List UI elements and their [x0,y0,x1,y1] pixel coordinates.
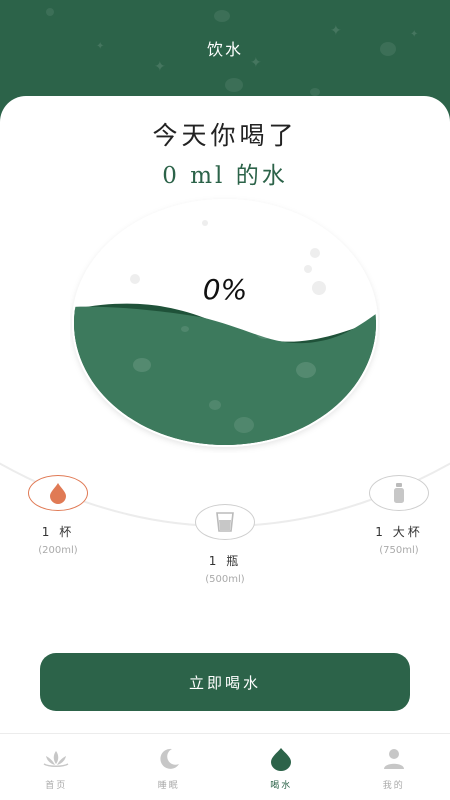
summary-heading: 今天你喝了 [152,121,298,150]
decor-bubble [46,8,54,16]
water-drop-icon [50,483,66,504]
sparkle-icon: ✦ [154,59,166,75]
person-icon [383,749,404,769]
tab-profile-label: 我的 [382,781,405,791]
tab-sleep[interactable]: 睡眠 [113,734,226,800]
bottom-tab-bar: 首页 睡眠 喝水 我的 [0,733,450,800]
tab-drink[interactable]: 喝水 [225,734,338,800]
tab-home-label: 首页 [45,781,68,791]
page-title: 饮水 [206,40,243,59]
leaf-drop-icon [271,748,292,771]
option-large-cup-volume: (750ml) [379,545,419,556]
glass-icon [216,512,234,532]
lotus-icon [43,751,69,767]
tab-drink-label: 喝水 [270,781,293,791]
option-bottle[interactable]: 1 瓶 (500ml) [185,504,265,585]
tab-sleep-label: 睡眠 [157,781,180,791]
water-gauge: 0% [72,199,378,447]
gauge-percent: 0% [203,273,247,306]
option-cup-volume: (200ml) [38,545,78,556]
tab-profile[interactable]: 我的 [338,734,450,800]
decor-bubble [310,88,320,96]
option-bottle-label: 1 瓶 [208,554,242,568]
option-large-cup-label: 1 大杯 [375,525,423,539]
decor-bubble [225,78,243,92]
drink-now-button[interactable]: 立即喝水 [40,653,410,711]
option-bottle-volume: (500ml) [205,574,245,585]
moon-icon [160,748,179,769]
option-cup[interactable]: 1 杯 (200ml) [18,475,98,556]
tab-home[interactable]: 首页 [0,734,113,800]
bottle-icon [394,483,404,503]
option-large-cup[interactable]: 1 大杯 (750ml) [358,475,440,556]
option-cup-label: 1 杯 [41,525,75,539]
intake-amount: 0 ml 的水 [162,163,288,189]
decor-bubble [214,10,230,22]
